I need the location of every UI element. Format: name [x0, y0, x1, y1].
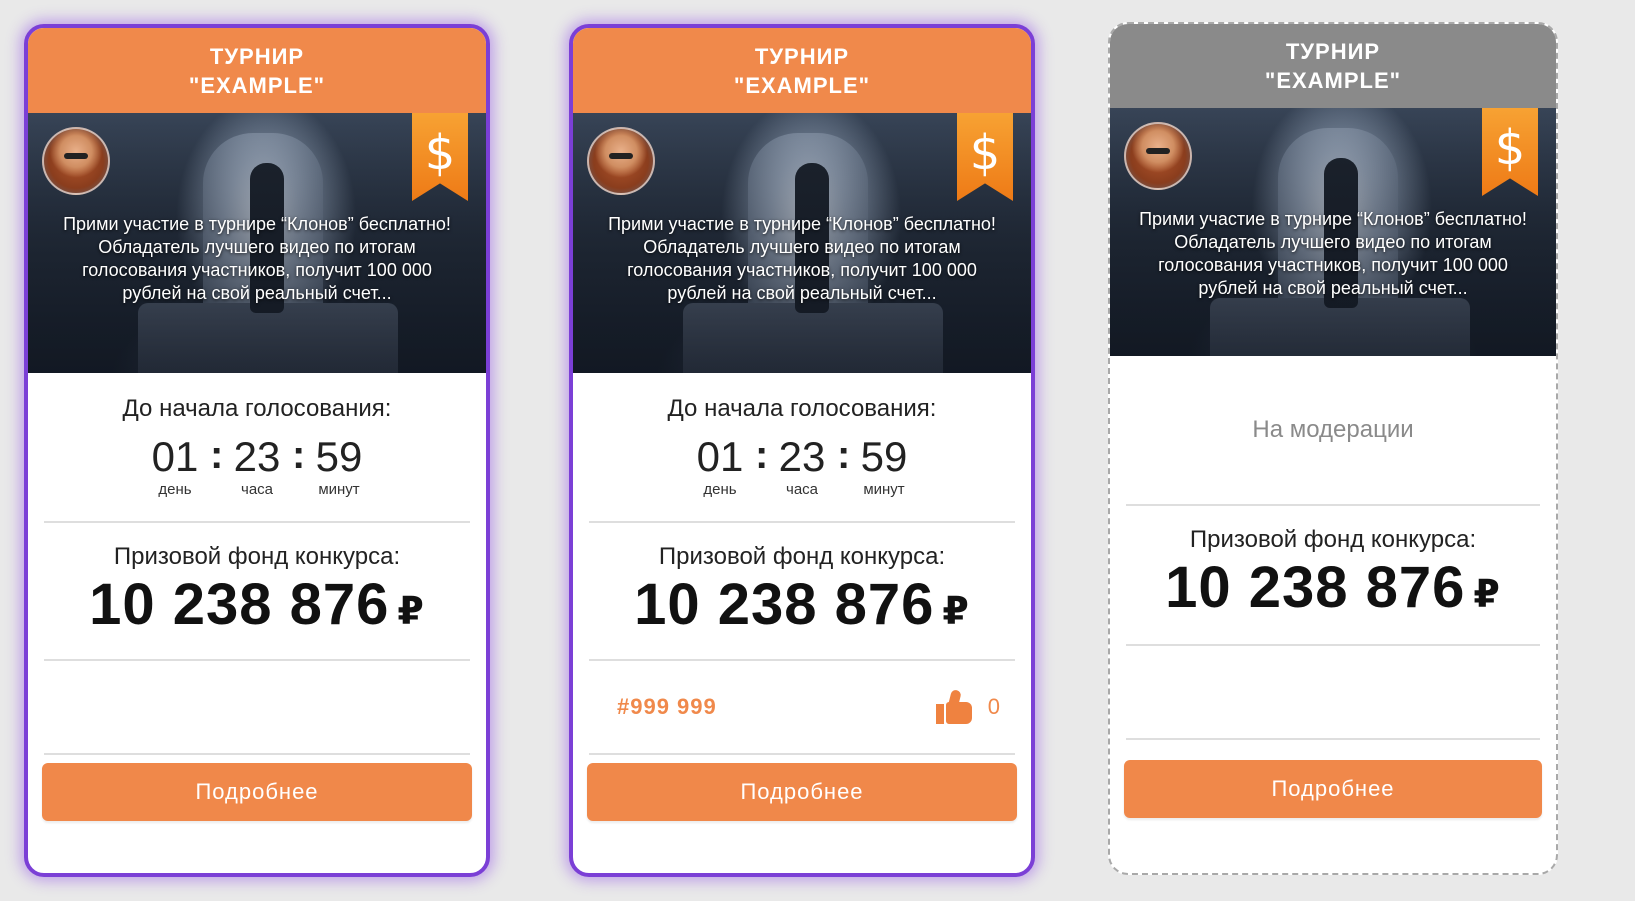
header-title: ТУРНИР — [209, 43, 305, 69]
header-subtitle: "EXAMPLE" — [1264, 68, 1402, 93]
avatar[interactable] — [42, 127, 110, 195]
countdown: До начала голосования: 01 день : 23 часа :… — [573, 373, 1031, 521]
header-title: ТУРНИР — [1285, 39, 1381, 64]
moderation-status-text: На модерации — [1252, 416, 1414, 443]
prize-value: 10 238 876 — [89, 572, 390, 637]
details-button[interactable]: Подробнее — [42, 763, 472, 821]
minutes-value: 59 — [860, 433, 908, 480]
minutes-caption: минут — [318, 481, 360, 498]
hours-caption: часа — [241, 481, 273, 498]
empty-row — [28, 661, 486, 753]
days-caption: день — [158, 481, 192, 498]
card-header: ТУРНИР "EXAMPLE" — [28, 28, 486, 113]
countdown-label: До начала голосования: — [667, 395, 937, 422]
tournament-card[interactable]: ТУРНИР "EXAMPLE" $ Прими участие в турни… — [24, 24, 490, 877]
prize-label: Призовой фонд конкурса: — [658, 543, 946, 570]
thumbs-up-icon[interactable] — [935, 689, 972, 724]
like-count: 0 — [987, 694, 1001, 719]
card-header: ТУРНИР "EXAMPLE" — [573, 28, 1031, 113]
days-value: 01 — [696, 433, 744, 480]
prize-value: 10 238 876 — [1165, 555, 1466, 620]
countdown-label: До начала голосования: — [122, 395, 392, 422]
minutes-caption: минут — [863, 481, 905, 498]
prize-block: Призовой фонд конкурса: 10 238 876 ₽ — [28, 523, 486, 659]
days-value: 01 — [151, 433, 199, 480]
divider — [589, 753, 1015, 755]
divider — [44, 753, 470, 755]
vote-row: #999 999 0 — [573, 661, 1031, 753]
prize-block: Призовой фонд конкурса: 10 238 876 ₽ — [573, 523, 1031, 659]
hours-value: 23 — [233, 433, 281, 480]
currency-sign: ₽ — [1473, 574, 1501, 616]
card-description: Прими участие в турнире “Клонов” бесплат… — [1139, 209, 1527, 298]
details-button[interactable]: Подробнее — [1124, 760, 1542, 818]
avatar[interactable] — [1124, 122, 1192, 190]
hours-caption: часа — [786, 481, 818, 498]
empty-row — [1110, 646, 1556, 738]
prize-label: Призовой фонд конкурса: — [113, 543, 401, 570]
moderation-status: На модерации — [1110, 356, 1556, 504]
prize-label: Призовой фонд конкурса: — [1189, 526, 1477, 553]
header-title: ТУРНИР — [754, 43, 850, 69]
prize-value: 10 238 876 — [634, 572, 935, 637]
divider — [1126, 738, 1540, 740]
card-banner: $ Прими участие в турнире “Клонов” беспл… — [1110, 108, 1556, 356]
minutes-value: 59 — [315, 433, 363, 480]
card-banner: $ Прими участие в турнире “Клонов” беспл… — [573, 113, 1031, 373]
header-subtitle: "EXAMPLE" — [188, 72, 326, 98]
card-description: Прими участие в турнире “Клонов” бесплат… — [608, 214, 996, 303]
currency-sign: ₽ — [942, 591, 970, 633]
tournament-card-pending[interactable]: ТУРНИР "EXAMPLE" $ Прими участие в турни… — [1108, 22, 1558, 875]
details-button[interactable]: Подробнее — [587, 763, 1017, 821]
card-description: Прими участие в турнире “Клонов” бесплат… — [63, 214, 451, 303]
countdown: До начала голосования: 01 день : 23 часа :… — [28, 373, 486, 521]
entry-number[interactable]: #999 999 — [617, 694, 717, 720]
card-header: ТУРНИР "EXAMPLE" — [1110, 24, 1556, 108]
currency-sign: ₽ — [397, 591, 425, 633]
avatar[interactable] — [587, 127, 655, 195]
header-subtitle: "EXAMPLE" — [733, 72, 871, 98]
hours-value: 23 — [778, 433, 826, 480]
card-banner: $ Прими участие в турнире “Клонов” беспл… — [28, 113, 486, 373]
prize-block: Призовой фонд конкурса: 10 238 876 ₽ — [1110, 506, 1556, 644]
tournament-card[interactable]: ТУРНИР "EXAMPLE" $ Прими участие в турни… — [569, 24, 1035, 877]
days-caption: день — [703, 481, 737, 498]
